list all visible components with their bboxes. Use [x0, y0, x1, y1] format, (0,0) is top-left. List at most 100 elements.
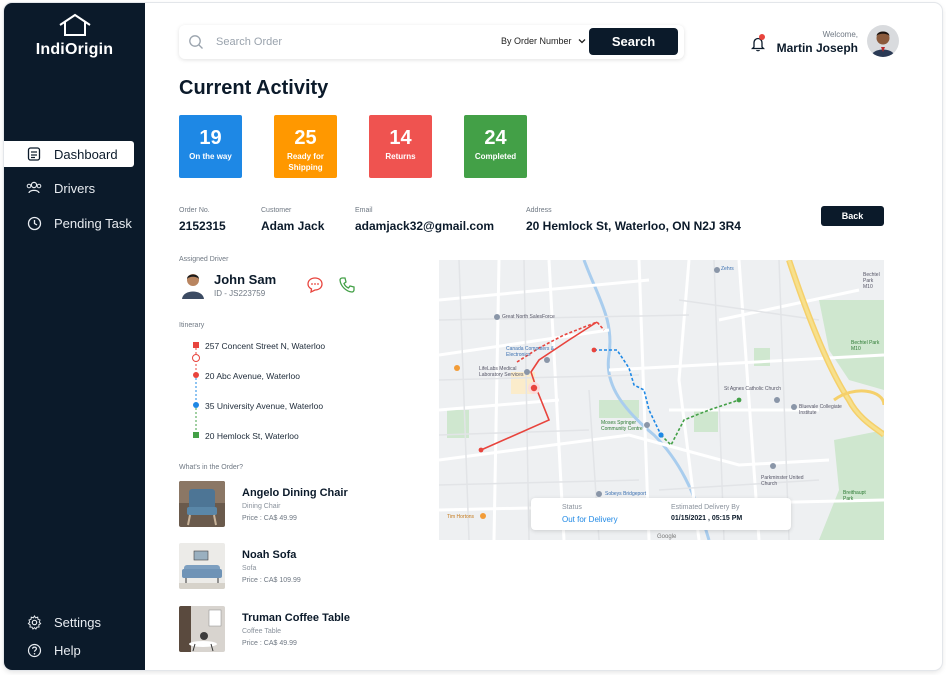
stat-label: On the way — [189, 152, 232, 161]
sidebar-item-dashboard[interactable]: Dashboard — [4, 141, 134, 167]
product-image-sofa[interactable] — [179, 543, 225, 589]
document-icon — [26, 146, 42, 162]
map-label: Breithaupt Park — [843, 490, 866, 502]
address-value: 20 Hemlock St, Waterloo, ON N2J 3R4 — [526, 219, 741, 233]
product-image-chair[interactable] — [179, 481, 225, 527]
search-filter-label: By Order Number — [501, 36, 572, 46]
sidebar-item-label: Dashboard — [54, 146, 118, 162]
product-price: Price : CA$ 49.99 — [242, 640, 297, 647]
search-filter-dropdown[interactable]: By Order Number — [501, 36, 586, 46]
itinerary-stop: 20 Hemlock St, Waterloo — [205, 431, 299, 441]
help-icon — [26, 642, 42, 658]
map-label: St Agnes Catholic Church — [724, 386, 781, 392]
app-window: IndiOrigin Dashboard Drivers Pending Tas… — [4, 3, 942, 670]
back-button[interactable]: Back — [821, 206, 884, 226]
product-image-coffee-table[interactable] — [179, 606, 225, 652]
route-point — [736, 397, 742, 403]
customer-label: Customer — [261, 207, 292, 214]
stat-card-ready-for-shipping[interactable]: 25 Ready for Shipping — [274, 115, 337, 178]
search-button[interactable]: Search — [589, 28, 678, 55]
delivery-status-card: Status Out for Delivery Estimated Delive… — [531, 498, 791, 530]
stat-label: Ready for Shipping — [287, 152, 324, 172]
phone-icon[interactable] — [338, 276, 356, 299]
product-price: Price : CA$ 49.99 — [242, 515, 297, 522]
product-category: Dining Chair — [242, 503, 281, 510]
user-greeting: Welcome, Martin Joseph — [768, 30, 858, 55]
chat-icon[interactable] — [306, 276, 324, 299]
sidebar: IndiOrigin Dashboard Drivers Pending Tas… — [4, 3, 145, 670]
search-bar: Search Order By Order Number Search — [179, 25, 684, 59]
assigned-driver-label: Assigned Driver — [179, 256, 229, 263]
stat-value: 24 — [484, 127, 507, 149]
stat-card-on-the-way[interactable]: 19 On the way — [179, 115, 242, 178]
eta-value: 01/15/2021 , 05:15 PM — [671, 515, 743, 522]
product-name: Angelo Dining Chair — [242, 487, 348, 499]
sidebar-item-help[interactable]: Help — [4, 637, 145, 663]
itinerary-stop-marker — [193, 432, 199, 438]
logo[interactable]: IndiOrigin — [4, 13, 145, 59]
map-label: Bluevale Collegiate Institute — [799, 404, 842, 416]
email-label: Email — [355, 207, 373, 214]
chevron-down-icon — [578, 36, 586, 46]
map-label: Zehrs — [721, 266, 734, 272]
itinerary-stop-marker — [193, 372, 199, 378]
product-image-partial — [179, 667, 225, 670]
sidebar-item-settings[interactable]: Settings — [4, 609, 145, 635]
driver-id: ID - JS223759 — [214, 289, 266, 298]
itinerary-label: Itinerary — [179, 322, 205, 329]
itinerary-stop-marker — [193, 342, 199, 348]
clock-icon — [26, 215, 42, 231]
stat-value: 25 — [294, 127, 317, 149]
sidebar-item-label: Pending Task — [54, 215, 132, 231]
product-name: Truman Coffee Table — [242, 612, 350, 624]
search-input[interactable]: Search Order — [216, 36, 282, 48]
stat-label: Returns — [385, 152, 416, 161]
address-label: Address — [526, 207, 552, 214]
itinerary-stop: 20 Abc Avenue, Waterloo — [205, 371, 300, 381]
email-value: adamjack32@gmail.com — [355, 219, 495, 233]
itinerary-stop: 257 Concent Street N, Waterloo — [205, 341, 326, 351]
order-items-label: What's in the Order? — [179, 464, 243, 471]
order-no-label: Order No. — [179, 207, 210, 214]
search-icon — [188, 34, 204, 55]
driver-avatar — [181, 271, 205, 299]
customer-value: Adam Jack — [261, 219, 325, 233]
route-point — [591, 347, 597, 353]
map-label: Moses Springer Community Centre — [601, 420, 643, 432]
map-label: Great North SalesForce — [502, 314, 555, 320]
stat-card-returns[interactable]: 14 Returns — [369, 115, 432, 178]
status-label: Status — [562, 504, 582, 511]
page-title: Current Activity — [179, 77, 329, 99]
user-name: Martin Joseph — [776, 41, 858, 55]
notification-badge — [759, 34, 765, 40]
itinerary-timeline — [192, 342, 200, 438]
map-label: Sobeys Bridgeport — [605, 491, 647, 497]
users-icon — [26, 180, 42, 196]
sidebar-item-label: Help — [54, 642, 81, 658]
stat-value: 14 — [389, 127, 412, 149]
welcome-text: Welcome, — [822, 30, 858, 39]
map-label: Canada Computers & Electronics — [506, 346, 555, 358]
stat-card-completed[interactable]: 24 Completed — [464, 115, 527, 178]
user-avatar[interactable] — [867, 25, 899, 57]
route-point — [478, 447, 484, 453]
sidebar-item-pending-task[interactable]: Pending Task — [4, 210, 145, 236]
product-price: Price : CA$ 109.99 — [242, 577, 301, 584]
gear-icon — [26, 614, 42, 630]
product-category: Sofa — [242, 565, 257, 572]
notification-bell[interactable] — [750, 34, 766, 57]
route-point — [658, 432, 664, 438]
sidebar-item-drivers[interactable]: Drivers — [4, 175, 145, 201]
map-label: LifeLabs Medical Laboratory Services — [479, 366, 524, 378]
itinerary-stop-marker — [193, 402, 199, 408]
house-icon — [58, 13, 91, 36]
map-label: Bechtel Park M10 — [851, 340, 880, 352]
itinerary-current-marker — [192, 354, 200, 362]
sidebar-item-label: Settings — [54, 614, 101, 630]
map-label: Tim Hortons — [447, 514, 475, 520]
map-label: Bechtel Park M10 — [863, 272, 880, 290]
stat-label: Completed — [474, 152, 517, 161]
app-name: IndiOrigin — [35, 41, 114, 58]
status-value: Out for Delivery — [562, 515, 618, 524]
google-logo: Google — [657, 534, 677, 540]
